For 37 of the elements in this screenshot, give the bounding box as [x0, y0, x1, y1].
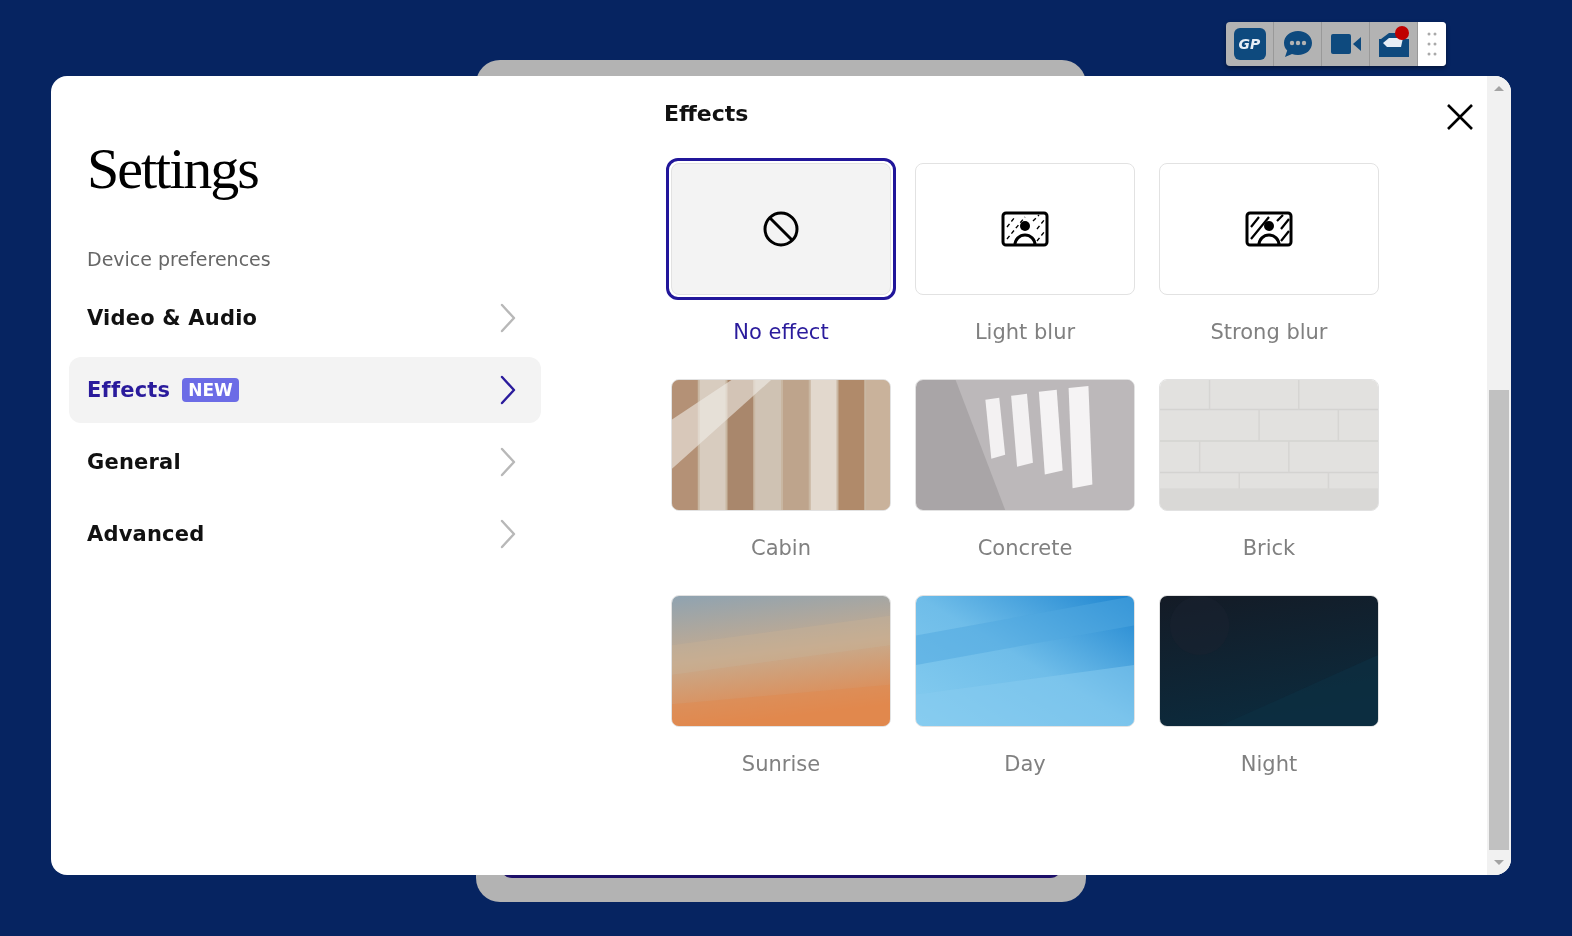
- strong-blur-icon: [1245, 211, 1293, 247]
- effect-label: Cabin: [751, 535, 811, 562]
- chevron-right-icon: [499, 519, 517, 549]
- new-badge: NEW: [182, 378, 239, 402]
- app-logo: GP: [1233, 28, 1266, 60]
- menu-item-label: Advanced: [87, 522, 205, 546]
- effect-label: Concrete: [977, 535, 1073, 562]
- effect-label: Light blur: [974, 319, 1076, 346]
- menu-item[interactable]: Video & Audio: [69, 285, 541, 351]
- toolbar-button[interactable]: GP: [1226, 22, 1274, 66]
- menu-item[interactable]: Effects NEW: [69, 357, 541, 423]
- effect-label: Day: [1004, 751, 1046, 778]
- effect-label: Night: [1240, 751, 1298, 778]
- chevron-right-icon: [499, 375, 517, 405]
- menu-item-label: General: [87, 450, 181, 474]
- video-camera-icon: [1329, 33, 1362, 55]
- effect-label: Brick: [1242, 535, 1296, 562]
- effect-tile[interactable]: [666, 158, 896, 300]
- chevron-right-icon: [499, 447, 517, 477]
- effect-label: Strong blur: [1210, 319, 1328, 346]
- menu-item-label: Effects: [87, 378, 171, 402]
- menu-item[interactable]: Advanced: [69, 501, 541, 567]
- close-icon: [1445, 102, 1475, 132]
- effect-label: Sunrise: [741, 751, 821, 778]
- light-blur-icon: [1001, 211, 1049, 247]
- prohibited-icon: [762, 210, 800, 248]
- effect-label: No effect: [733, 319, 829, 346]
- chevron-right-icon: [499, 303, 517, 333]
- chat-icon: [1281, 29, 1314, 59]
- menu-item[interactable]: General: [69, 429, 541, 495]
- menu-item-label: Video & Audio: [87, 306, 258, 330]
- notification-dot: [1395, 26, 1409, 40]
- effects-heading: Effects: [664, 100, 749, 128]
- drag-handle-icon[interactable]: [1426, 30, 1438, 58]
- settings-title: Settings: [87, 136, 259, 202]
- scrollbar[interactable]: [1487, 76, 1511, 875]
- section-heading: Device preferences: [87, 247, 272, 272]
